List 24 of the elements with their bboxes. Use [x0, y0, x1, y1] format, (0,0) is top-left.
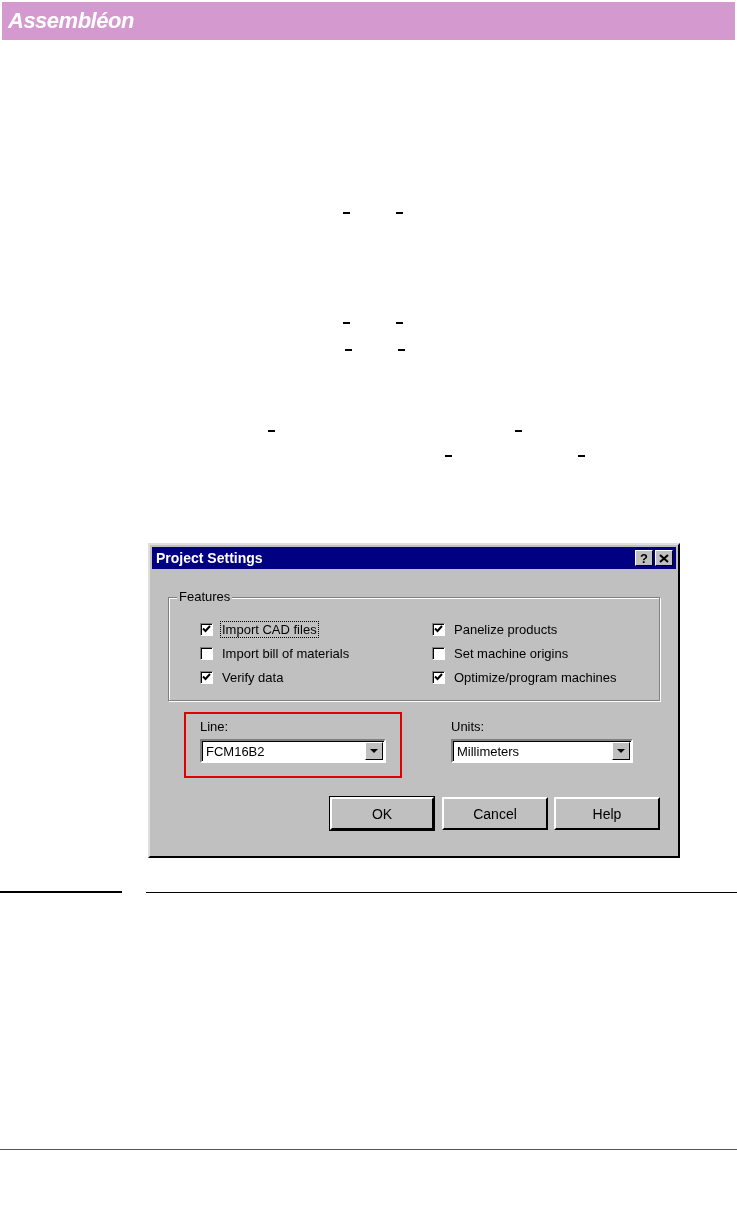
dialog-button[interactable]: Help — [554, 797, 660, 830]
help-button[interactable]: ? — [635, 550, 653, 566]
window-title: Project Settings — [156, 550, 263, 566]
checkbox-label[interactable]: Panelize products — [452, 620, 560, 638]
dropdown-field[interactable]: Millimeters — [451, 739, 633, 763]
checkbox[interactable] — [200, 646, 213, 660]
checkbox-label[interactable]: Set machine origins — [452, 644, 571, 662]
field-label: Line: — [200, 719, 230, 735]
checkbox-label[interactable]: Import bill of materials — [220, 644, 352, 662]
dialog-button[interactable]: OK — [330, 797, 434, 830]
logo: Assembléon — [8, 8, 134, 34]
dropdown-field[interactable]: FCM16B2 — [200, 739, 386, 763]
close-button[interactable] — [655, 550, 673, 566]
checkbox[interactable] — [200, 622, 213, 636]
checkbox[interactable] — [432, 622, 445, 636]
close-icon — [659, 553, 669, 563]
checkbox-label[interactable]: Verify data — [220, 668, 286, 686]
dialog-button[interactable]: Cancel — [442, 797, 548, 830]
checkbox-label[interactable]: Optimize/program machines — [452, 668, 619, 686]
checkbox[interactable] — [200, 670, 213, 684]
checkbox[interactable] — [432, 646, 445, 660]
field-label: Units: — [451, 719, 486, 735]
checkbox[interactable] — [432, 670, 445, 684]
checkbox-label[interactable]: Import CAD files — [220, 620, 319, 638]
